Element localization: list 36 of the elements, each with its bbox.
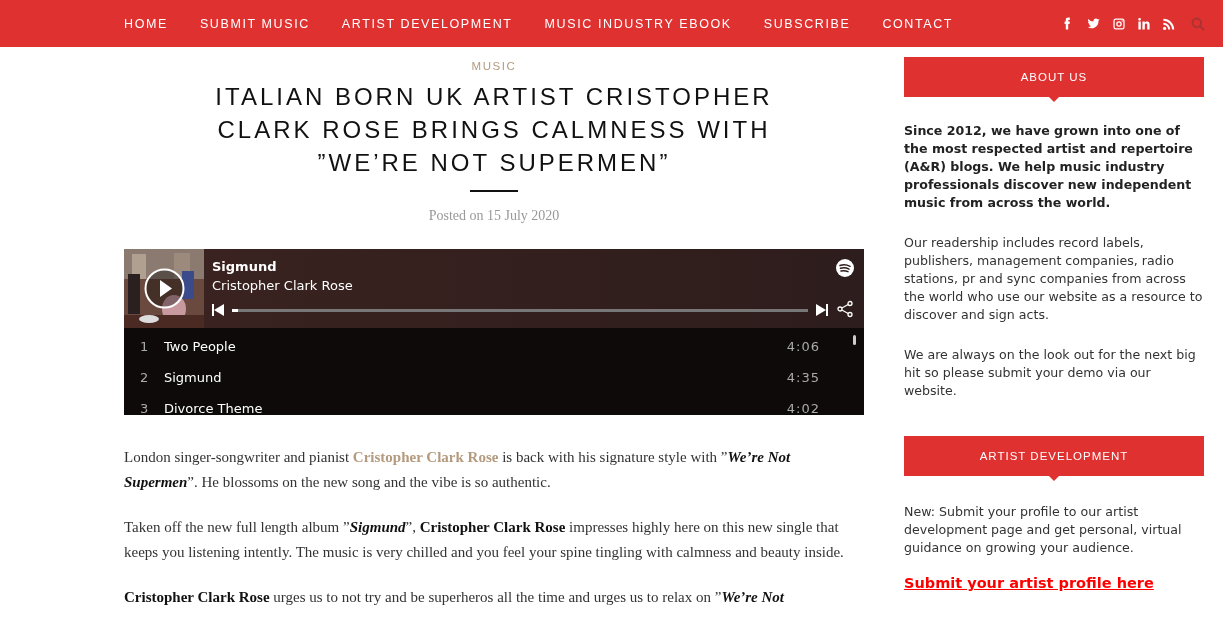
about-lead-text: Since 2012, we have grown into one of the most respected artist and repertoire (A&R) blogs. We help music industry professionals discover new independent music from across the world.: [904, 122, 1194, 212]
widget-text: Our readership includes record labels, publishers, management companies, radio stations, pr and sync companies from across the world who use our website as a resource to discover and sign acts.: [904, 234, 1204, 324]
track-title: Sigmund: [212, 259, 278, 274]
post-title: ITALIAN BORN UK ARTIST CRISTOPHER CLARK ROSE BRINGS CALMNESS WITH ”WE’RE NOT SUPERMEN”: [214, 82, 774, 178]
nav-link[interactable]: SUBSCRIBE: [747, 16, 867, 31]
linkedin-icon[interactable]: [1136, 15, 1152, 32]
post-date: Posted on 15 July 2020: [427, 208, 561, 224]
body-paragraph: London singer-songwriter and pianist Cristopher Clark Rose is back with his signature style with ”We’re Not Supermen”. He blossoms on the new song and the vibe is so authentic.: [124, 448, 792, 492]
play-button[interactable]: [144, 268, 185, 309]
track-row[interactable]: 3 Divorce Theme 4:02: [124, 393, 864, 424]
heading-pointer: [1049, 97, 1059, 102]
progress-fill[interactable]: [232, 308, 238, 312]
share-icon[interactable]: [836, 300, 854, 318]
nav-link[interactable]: CONTACT: [866, 16, 970, 31]
widget-heading: ABOUT US: [904, 57, 1204, 97]
widget-text: We are always on the look out for the next big hit so please submit your demo via our website.: [904, 346, 1197, 400]
track-row[interactable]: 1 Two People 4:06: [124, 331, 864, 362]
next-icon[interactable]: [816, 304, 828, 316]
widget-heading: ARTIST DEVELOPMENT: [904, 436, 1204, 476]
heading-pointer: [1049, 476, 1059, 481]
nav-link[interactable]: MUSIC INDUSTRY EBOOK: [528, 16, 748, 31]
track-row[interactable]: 2 Sigmund 4:35: [124, 362, 864, 393]
widget-text: New: Submit your profile to our artist development page and get personal, virtual guidance on growing your audience.: [904, 503, 1183, 557]
previous-icon[interactable]: [212, 304, 224, 316]
instagram-icon[interactable]: [1111, 15, 1127, 32]
scrollbar-thumb[interactable]: [853, 335, 856, 345]
nav-link[interactable]: HOME: [108, 16, 184, 31]
nav-link[interactable]: SUBMIT MUSIC: [183, 16, 326, 31]
artist-link[interactable]: Cristopher Clark Rose: [352, 449, 499, 465]
nav-link[interactable]: ARTIST DEVELOPMENT: [325, 16, 529, 31]
submit-profile-link[interactable]: Submit your artist profile here: [904, 575, 1204, 591]
body-paragraph: Taken off the new full length album ”Sigmund”, Cristopher Clark Rose impresses highly here on this new single that keeps you listening intently. The music is very chilled and you feel your spine tingling with calmness and beauty inside.: [124, 518, 845, 562]
artist-name: Cristopher Clark Rose: [212, 278, 354, 293]
spotify-logo-icon[interactable]: [836, 259, 854, 277]
category-label: MUSIC: [470, 60, 518, 72]
body-paragraph: Cristopher Clark Rose urges us to not try and be superheros all the time and urges us to relax on ”We’re Not: [124, 588, 786, 607]
